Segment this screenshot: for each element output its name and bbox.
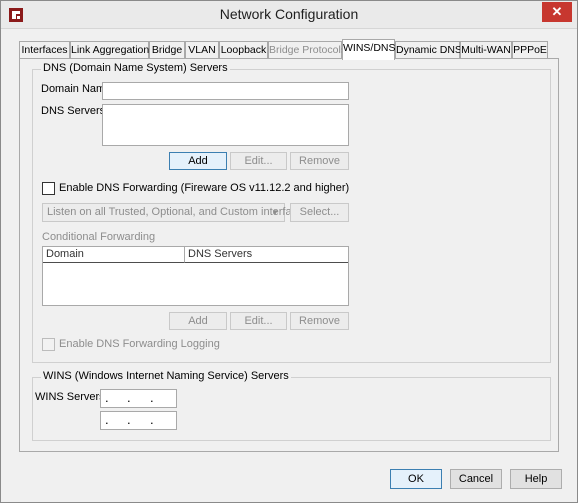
ip-separator: .: [150, 390, 154, 405]
window-title: Network Configuration: [219, 6, 359, 22]
cancel-button-label: Cancel: [458, 473, 494, 485]
chevron-down-icon: ▼: [271, 208, 279, 217]
tab-bridge-protocols: Bridge Protocols: [268, 41, 346, 59]
ok-button[interactable]: OK: [390, 469, 442, 489]
ip-separator: .: [150, 412, 154, 427]
tab-vlan[interactable]: VLAN: [185, 41, 219, 59]
dns-servers-list[interactable]: [102, 104, 349, 146]
wins-group: WINS (Windows Internet Naming Service) S…: [32, 370, 551, 441]
wins-servers-label: WINS Servers:: [35, 391, 108, 403]
dns-remove-button: Remove: [290, 152, 349, 170]
select-interfaces-button: Select...: [290, 203, 349, 222]
tab-dynamic-dns[interactable]: Dynamic DNS: [395, 41, 462, 59]
dns-forwarding-label[interactable]: Enable DNS Forwarding (Fireware OS v11.1…: [59, 182, 349, 194]
ip-separator: .: [127, 390, 131, 405]
dns-group-legend: DNS (Domain Name System) Servers: [41, 62, 230, 74]
column-header-dns-servers[interactable]: DNS Servers: [185, 247, 348, 263]
column-header-domain[interactable]: Domain: [43, 247, 185, 263]
cf-add-button: Add: [169, 312, 227, 330]
dns-add-button[interactable]: Add: [169, 152, 227, 170]
wins-server-2-input[interactable]: . . .: [100, 411, 177, 430]
cf-edit-button: Edit...: [230, 312, 287, 330]
tab-bridge[interactable]: Bridge: [149, 41, 185, 59]
cancel-button[interactable]: Cancel: [450, 469, 502, 489]
tab-pppoe[interactable]: PPPoE: [512, 41, 548, 59]
conditional-forwarding-label: Conditional Forwarding: [42, 231, 156, 243]
tab-link-aggregation[interactable]: Link Aggregation: [70, 41, 149, 59]
listen-interfaces-value: Listen on all Trusted, Optional, and Cus…: [47, 206, 309, 218]
ip-separator: .: [105, 412, 109, 427]
wins-dns-panel: DNS (Domain Name System) Servers Domain …: [19, 58, 559, 452]
tab-multi-wan[interactable]: Multi-WAN: [460, 41, 512, 59]
conditional-forwarding-table: Domain DNS Servers: [42, 246, 349, 306]
ip-separator: .: [127, 412, 131, 427]
domain-name-input[interactable]: [102, 82, 349, 100]
help-button[interactable]: Help: [510, 469, 562, 489]
wins-server-1-input[interactable]: . . .: [100, 389, 177, 408]
close-button[interactable]: ✕: [542, 2, 572, 22]
title-bar[interactable]: Network Configuration ✕: [1, 1, 577, 29]
help-button-label: Help: [524, 473, 548, 485]
dns-group: DNS (Domain Name System) Servers Domain …: [32, 62, 551, 363]
wins-group-legend: WINS (Windows Internet Naming Service) S…: [41, 370, 291, 382]
dns-forwarding-logging-label: Enable DNS Forwarding Logging: [59, 338, 220, 350]
tab-loopback[interactable]: Loopback: [219, 41, 268, 59]
cf-remove-button: Remove: [290, 312, 349, 330]
ok-button-label: OK: [408, 473, 424, 485]
dns-forwarding-checkbox[interactable]: [42, 182, 55, 195]
tab-interfaces[interactable]: Interfaces: [19, 41, 70, 59]
network-configuration-window: Network Configuration ✕ Interfaces Link …: [0, 0, 578, 503]
tab-wins-dns[interactable]: WINS/DNS: [342, 39, 396, 60]
dns-forwarding-logging-checkbox: [42, 338, 55, 351]
dns-servers-label: DNS Servers:: [41, 105, 109, 117]
ip-separator: .: [105, 390, 109, 405]
dns-edit-button: Edit...: [230, 152, 287, 170]
listen-interfaces-select: Listen on all Trusted, Optional, and Cus…: [42, 203, 309, 222]
